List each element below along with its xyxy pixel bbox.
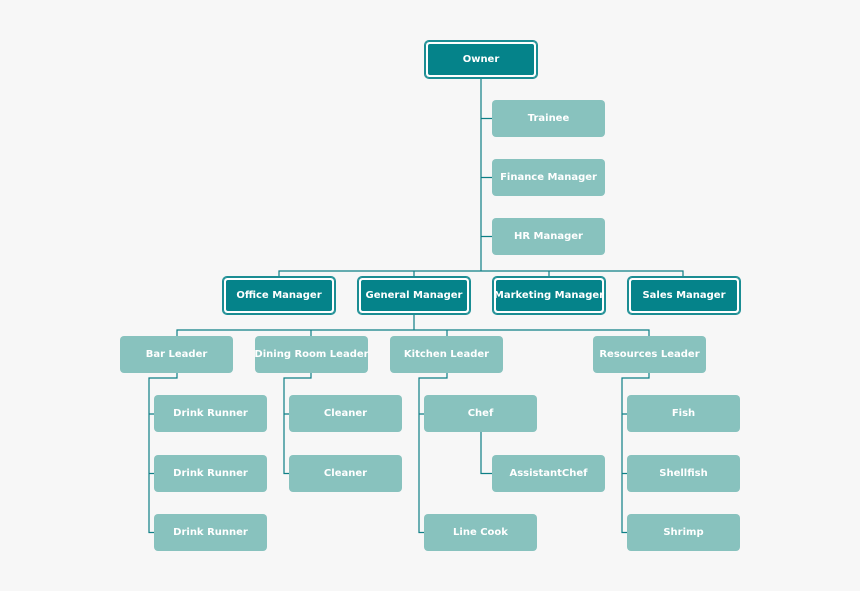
node-bar-leader[interactable]: Bar Leader: [120, 336, 233, 373]
node-label: Office Manager: [236, 290, 322, 301]
node-label: Resources Leader: [599, 349, 700, 360]
node-label: Sales Manager: [642, 290, 726, 301]
node-label: Drink Runner: [173, 527, 248, 538]
node-trainee[interactable]: Trainee: [492, 100, 605, 137]
node-assistant-chef[interactable]: AssistantChef: [492, 455, 605, 492]
node-drink-runner[interactable]: Drink Runner: [154, 455, 267, 492]
node-shellfish[interactable]: Shellfish: [627, 455, 740, 492]
node-label: Bar Leader: [145, 349, 208, 360]
node-label: Drink Runner: [173, 468, 248, 479]
node-cleaner[interactable]: Cleaner: [289, 395, 402, 432]
node-label: General Manager: [365, 290, 463, 301]
managers-connector: [278, 270, 684, 277]
node-label: Shellfish: [659, 468, 708, 479]
node-line-cook[interactable]: Line Cook: [424, 514, 537, 551]
node-marketing-manager[interactable]: Marketing Manager: [492, 276, 606, 315]
node-label: Owner: [462, 54, 500, 65]
node-label: Cleaner: [323, 408, 368, 419]
node-resources-leader[interactable]: Resources Leader: [593, 336, 706, 373]
node-drink-runner[interactable]: Drink Runner: [154, 395, 267, 432]
node-label: Shrimp: [663, 527, 704, 538]
node-hr-manager[interactable]: HR Manager: [492, 218, 605, 255]
node-general-manager[interactable]: General Manager: [357, 276, 471, 315]
node-label: Line Cook: [453, 527, 508, 538]
node-finance-manager[interactable]: Finance Manager: [492, 159, 605, 196]
node-label: HR Manager: [514, 231, 583, 242]
node-label: Chef: [467, 408, 494, 419]
node-label: Marketing Manager: [493, 290, 605, 301]
owner-connector: [480, 78, 492, 271]
node-chef[interactable]: Chef: [424, 395, 537, 432]
node-label: AssistantChef: [509, 468, 588, 479]
node-drink-runner[interactable]: Drink Runner: [154, 514, 267, 551]
node-label: Finance Manager: [500, 172, 597, 183]
node-label: Drink Runner: [173, 408, 248, 419]
general-manager-connector: [176, 314, 650, 336]
node-fish[interactable]: Fish: [627, 395, 740, 432]
node-label: Fish: [671, 408, 696, 419]
node-label: Dining Room Leader: [254, 349, 369, 360]
node-kitchen-leader[interactable]: Kitchen Leader: [390, 336, 503, 373]
node-cleaner[interactable]: Cleaner: [289, 455, 402, 492]
node-label: Trainee: [527, 113, 570, 124]
node-sales-manager[interactable]: Sales Manager: [627, 276, 741, 315]
node-office-manager[interactable]: Office Manager: [222, 276, 336, 315]
node-shrimp[interactable]: Shrimp: [627, 514, 740, 551]
node-owner[interactable]: Owner: [424, 40, 538, 79]
node-label: Cleaner: [323, 468, 368, 479]
node-label: Kitchen Leader: [403, 349, 490, 360]
node-dining-room-leader[interactable]: Dining Room Leader: [254, 336, 369, 373]
chef-connector: [480, 432, 492, 475]
